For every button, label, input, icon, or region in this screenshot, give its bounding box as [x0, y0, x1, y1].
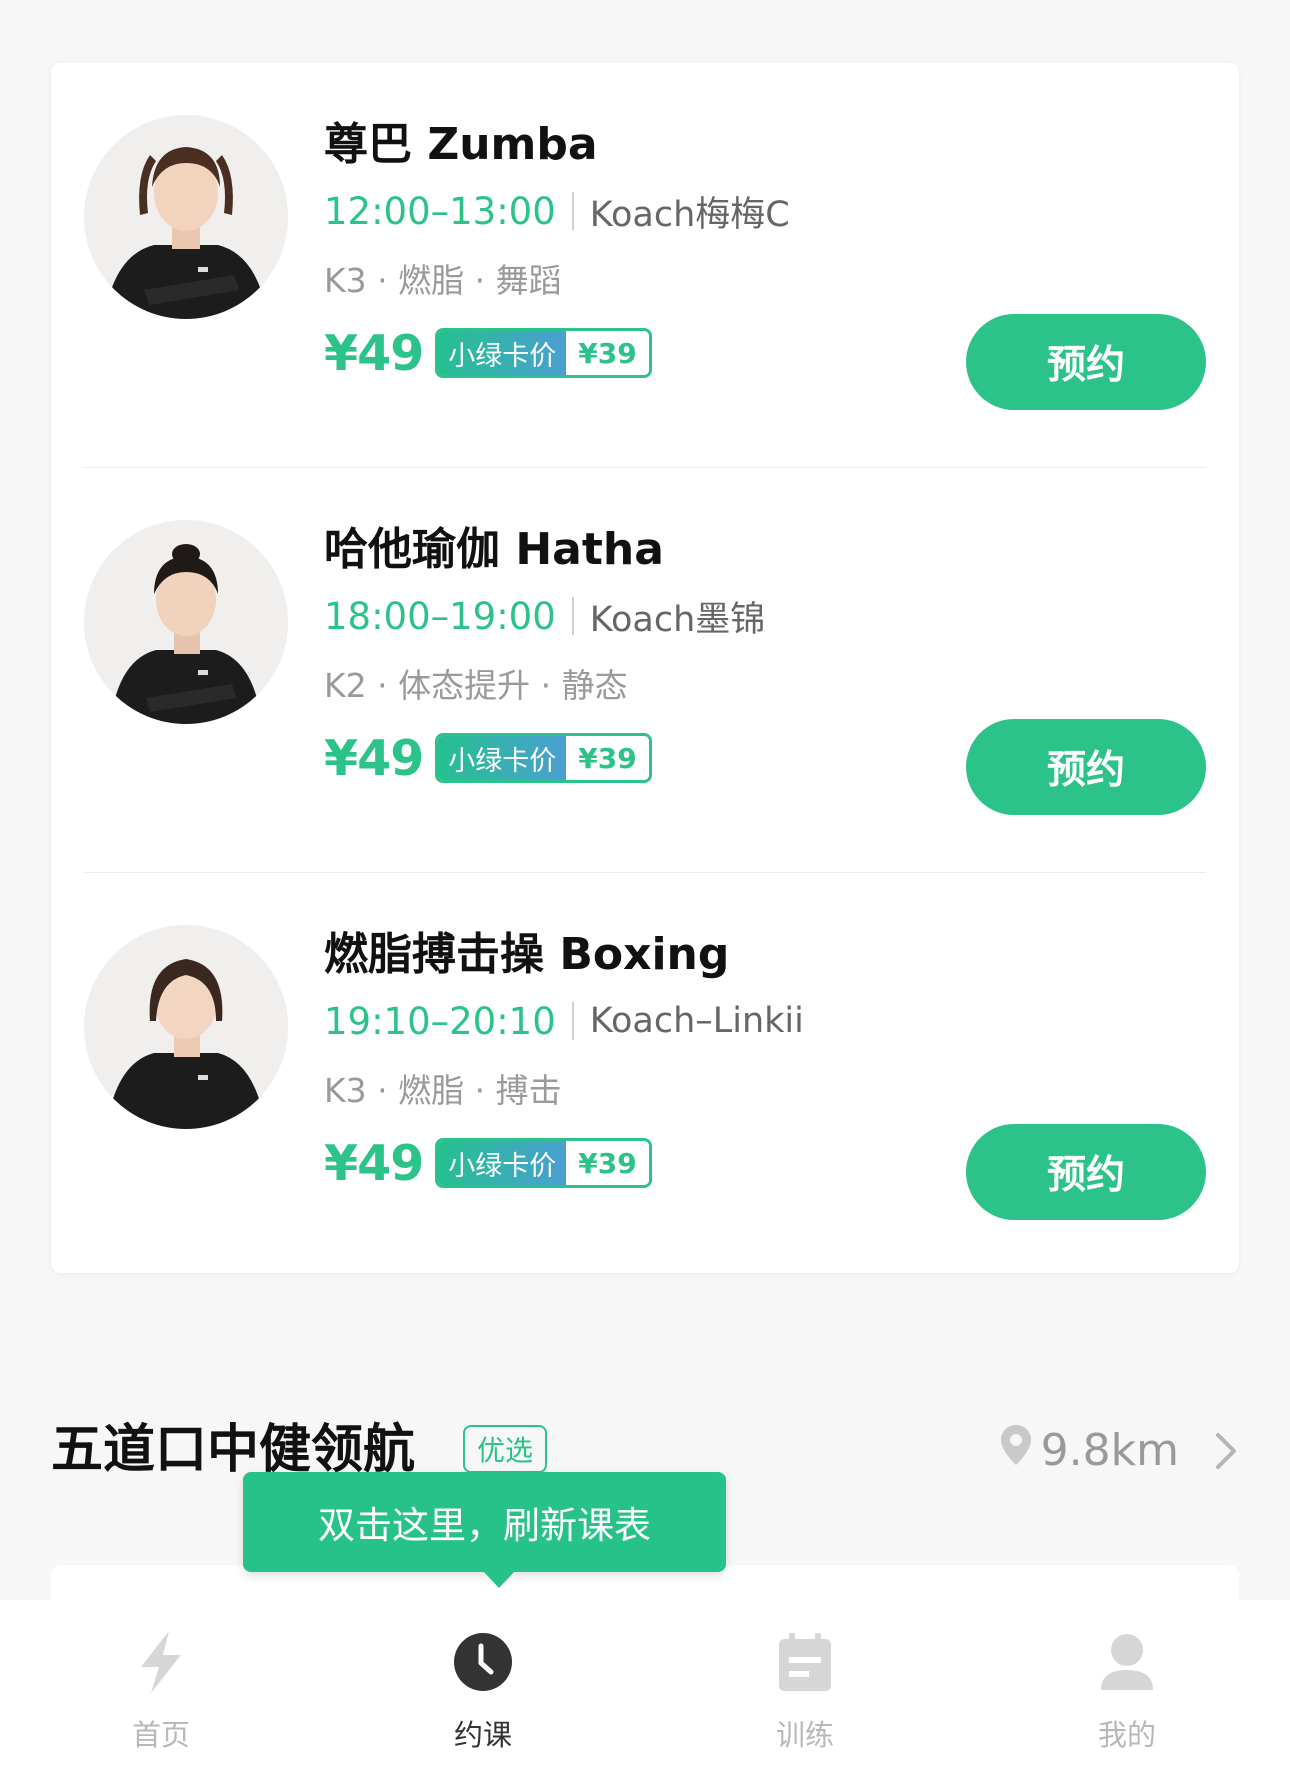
class-item[interactable]: 尊巴 Zumba 12:00–13:00 Koach梅梅C K3 · 燃脂 · …: [84, 63, 1206, 468]
price-row: ¥49 小绿卡价 ¥39: [324, 729, 652, 787]
class-time: 19:10–20:10: [324, 999, 556, 1043]
price-row: ¥49 小绿卡价 ¥39: [324, 324, 652, 382]
class-title: 燃脂搏击操 Boxing: [324, 929, 730, 980]
coach-avatar: [84, 115, 288, 319]
class-item[interactable]: 燃脂搏击操 Boxing 19:10–20:10 Koach–Linkii K3…: [84, 873, 1206, 1278]
book-button[interactable]: 预约: [966, 1124, 1206, 1220]
divider: [571, 1002, 574, 1040]
chevron-right-icon[interactable]: [1213, 1431, 1239, 1475]
distance-text: 9.8km: [1040, 1424, 1179, 1476]
member-price: ¥39: [566, 736, 649, 780]
member-label: 小绿卡价: [438, 1141, 567, 1185]
coach-name: Koach–Linkii: [589, 1001, 804, 1041]
member-price-badge: 小绿卡价 ¥39: [435, 733, 652, 783]
book-button[interactable]: 预约: [966, 719, 1206, 815]
tab-training[interactable]: 训练: [725, 1622, 885, 1772]
class-tags: K3 · 燃脂 · 搏击: [324, 1071, 562, 1110]
coach-name: Koach梅梅C: [589, 194, 790, 235]
member-price: ¥39: [566, 1141, 649, 1185]
class-tags: K3 · 燃脂 · 舞蹈: [324, 261, 562, 300]
coach-avatar: [84, 925, 288, 1129]
divider: [571, 597, 574, 635]
class-price: ¥49: [324, 729, 424, 787]
class-tags: K2 · 体态提升 · 静态: [324, 666, 628, 705]
gym-distance: 9.8km: [999, 1415, 1179, 1485]
gym-badge: 优选: [463, 1425, 548, 1473]
class-item[interactable]: 哈他瑜伽 Hatha 18:00–19:00 Koach墨锦 K2 · 体态提升…: [84, 468, 1206, 873]
class-time: 12:00–13:00: [324, 189, 556, 233]
coach-name: Koach墨锦: [589, 599, 766, 640]
class-time: 18:00–19:00: [324, 594, 556, 638]
bottom-tab-bar: 首页 约课 训练 我的: [0, 1600, 1290, 1785]
lightning-icon: [133, 1622, 189, 1702]
tab-label: 首页: [131, 1718, 190, 1752]
tab-label: 训练: [775, 1718, 834, 1752]
class-meta: 18:00–19:00 Koach墨锦: [324, 592, 765, 640]
class-meta: 19:10–20:10 Koach–Linkii: [324, 997, 804, 1045]
class-list-card: 尊巴 Zumba 12:00–13:00 Koach梅梅C K3 · 燃脂 · …: [51, 63, 1239, 1273]
person-icon: [1097, 1622, 1157, 1702]
coach-avatar: [84, 520, 288, 724]
class-title: 尊巴 Zumba: [324, 119, 598, 170]
calendar-icon: [777, 1622, 833, 1702]
clock-icon: [453, 1622, 513, 1702]
member-label: 小绿卡价: [438, 331, 567, 375]
class-title: 哈他瑜伽 Hatha: [324, 524, 664, 575]
refresh-tooltip: 双击这里，刷新课表: [243, 1472, 726, 1588]
tab-label: 我的: [1097, 1718, 1156, 1752]
member-price-badge: 小绿卡价 ¥39: [435, 1138, 652, 1188]
tab-booking[interactable]: 约课: [403, 1622, 563, 1772]
member-label: 小绿卡价: [438, 736, 567, 780]
tab-profile[interactable]: 我的: [1047, 1622, 1207, 1772]
class-price: ¥49: [324, 324, 424, 382]
class-meta: 12:00–13:00 Koach梅梅C: [324, 187, 790, 235]
divider: [571, 192, 574, 230]
tab-label: 约课: [453, 1718, 512, 1752]
member-price: ¥39: [566, 331, 649, 375]
price-row: ¥49 小绿卡价 ¥39: [324, 1134, 652, 1192]
member-price-badge: 小绿卡价 ¥39: [435, 328, 652, 378]
book-button[interactable]: 预约: [966, 314, 1206, 410]
class-price: ¥49: [324, 1134, 424, 1192]
tab-home[interactable]: 首页: [81, 1622, 241, 1772]
location-pin-icon: [999, 1424, 1041, 1477]
